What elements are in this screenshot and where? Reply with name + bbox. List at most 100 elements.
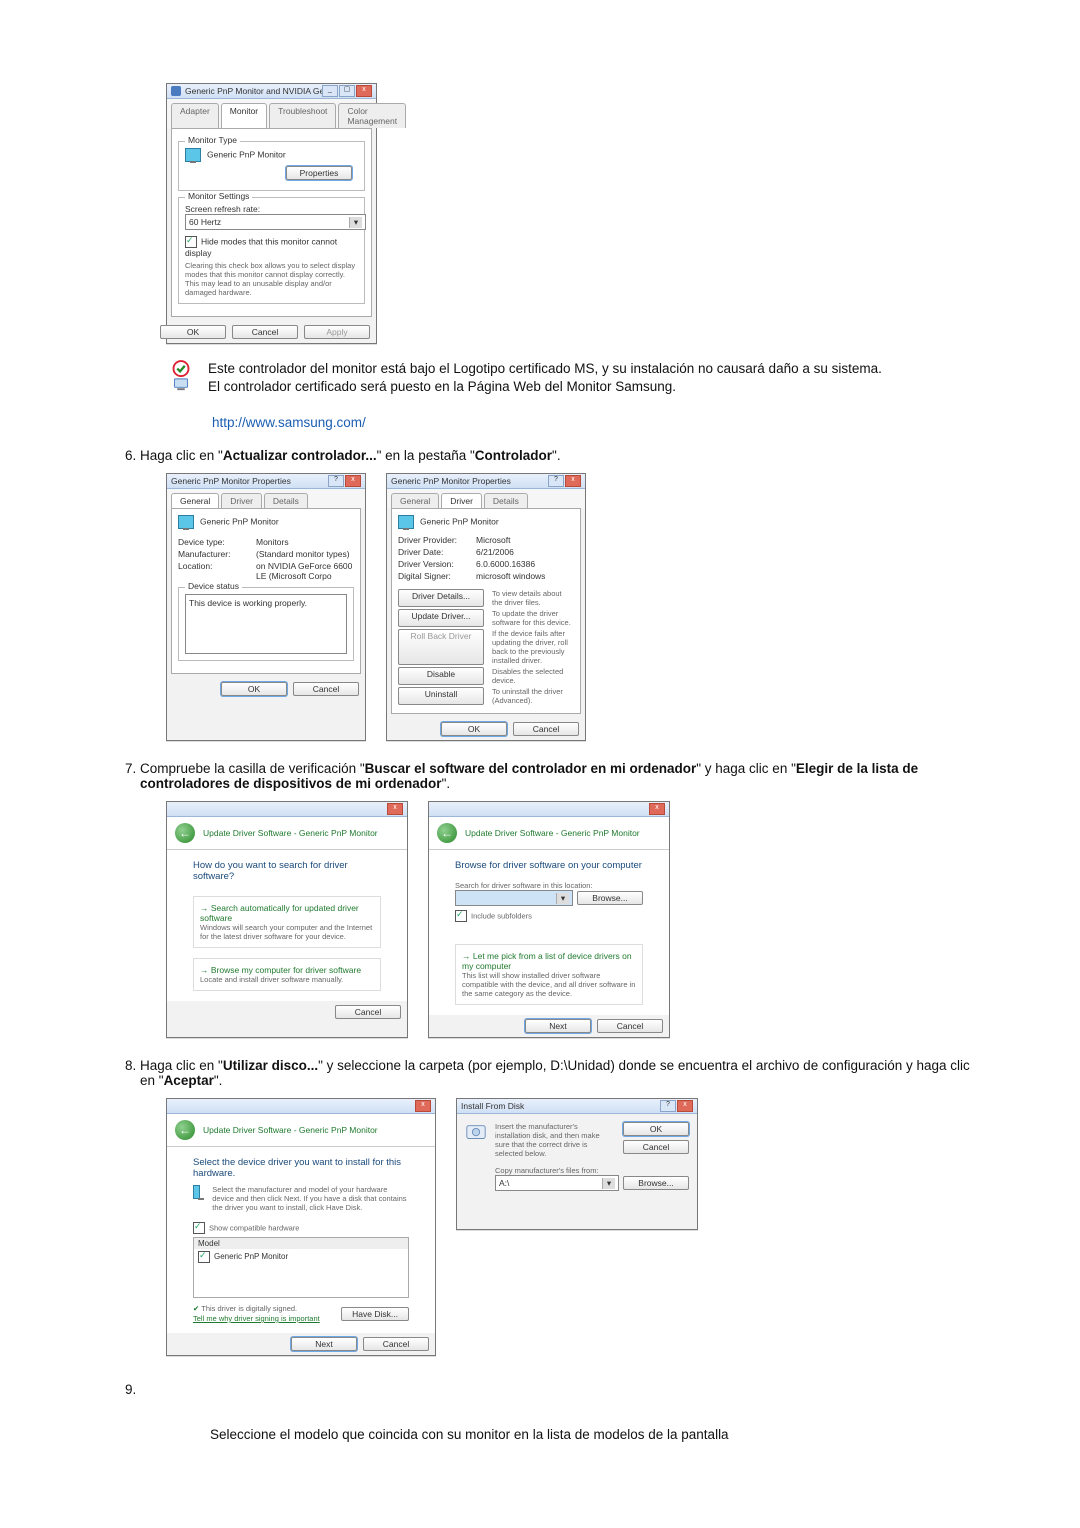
tab-troubleshoot[interactable]: Troubleshoot — [269, 103, 336, 128]
browse-button[interactable]: Browse... — [623, 1176, 689, 1190]
tab-driver[interactable]: Driver — [221, 493, 262, 508]
back-icon[interactable]: ← — [175, 823, 195, 843]
hide-modes-checkbox[interactable] — [185, 236, 197, 248]
cancel-button[interactable]: Cancel — [623, 1140, 689, 1154]
window-title: Generic PnP Monitor Properties — [171, 476, 328, 486]
have-disk-button[interactable]: Have Disk... — [341, 1307, 409, 1321]
note-line2: El controlador certificado será puesto e… — [208, 379, 676, 394]
model-header: Model — [194, 1238, 408, 1249]
cancel-button[interactable]: Cancel — [232, 325, 298, 339]
uninstall-btn[interactable]: Uninstall — [398, 687, 484, 705]
tab-monitor[interactable]: Monitor — [221, 103, 267, 128]
hide-modes-label: Hide modes that this monitor cannot disp… — [185, 236, 337, 258]
step7-figures: x ← Update Driver Software - Generic PnP … — [166, 801, 970, 1038]
prop-driver-dialog: Generic PnP Monitor Properties?x General… — [386, 473, 586, 741]
chevron-down-icon: ▾ — [349, 217, 362, 228]
cancel-button[interactable]: Cancel — [597, 1019, 663, 1033]
ok-button[interactable]: OK — [623, 1122, 689, 1136]
help-button[interactable]: ? — [660, 1100, 676, 1112]
help-button[interactable]: ? — [328, 475, 344, 487]
disable-btn[interactable]: Disable — [398, 667, 484, 685]
tab-general[interactable]: General — [391, 493, 439, 508]
include-subfolders-checkbox[interactable] — [455, 910, 467, 922]
back-icon[interactable]: ← — [437, 823, 457, 843]
close-button[interactable]: x — [649, 803, 665, 815]
maximize-button[interactable]: ▢ — [339, 85, 355, 97]
step6-figures: Generic PnP Monitor Properties?x General… — [166, 473, 970, 741]
ok-button[interactable]: OK — [160, 325, 226, 339]
refresh-select[interactable]: 60 Hertz▾ — [185, 214, 366, 230]
tab-details[interactable]: Details — [264, 493, 308, 508]
certified-note: Este controlador del monitor está bajo e… — [166, 360, 970, 397]
minimize-button[interactable]: _ — [322, 85, 338, 97]
step-6: Haga clic en "Actualizar controlador..."… — [110, 448, 970, 463]
cancel-button[interactable]: Cancel — [335, 1005, 401, 1019]
install-from-disk-dialog: Install From Disk?x Insert the manufactu… — [456, 1098, 698, 1230]
option-let-me-pick[interactable]: → Let me pick from a list of device driv… — [455, 944, 643, 1005]
tab-panel: Monitor Type Generic PnP Monitor Propert… — [171, 128, 372, 317]
back-icon[interactable]: ← — [175, 1120, 195, 1140]
device-status-label: Device status — [185, 581, 242, 591]
disk-message: Insert the manufacturer's installation d… — [495, 1122, 615, 1158]
cancel-button[interactable]: Cancel — [513, 722, 579, 736]
refresh-label: Screen refresh rate: — [185, 204, 358, 214]
apply-button[interactable]: Apply — [304, 325, 370, 339]
ok-button[interactable]: OK — [221, 682, 287, 696]
next-button[interactable]: Next — [291, 1337, 357, 1351]
help-button[interactable]: ? — [548, 475, 564, 487]
show-compatible-checkbox[interactable] — [193, 1222, 205, 1234]
breadcrumb: Update Driver Software - Generic PnP Mon… — [465, 828, 640, 838]
close-button[interactable]: x — [677, 1100, 693, 1112]
tab-driver[interactable]: Driver — [441, 493, 482, 508]
step8-figures: x ← Update Driver Software - Generic PnP … — [166, 1098, 970, 1356]
wizard-heading: Browse for driver software on your compu… — [455, 860, 643, 871]
breadcrumb: Update Driver Software - Generic PnP Mon… — [203, 828, 378, 838]
monitor-icon — [398, 515, 414, 529]
option-search-auto[interactable]: → Search automatically for updated drive… — [193, 896, 381, 948]
window-controls: _ ▢ x — [322, 85, 372, 97]
window-icon — [171, 86, 181, 96]
model-row[interactable]: Generic PnP Monitor — [194, 1249, 408, 1265]
tab-color[interactable]: Color Management — [338, 103, 406, 128]
step-8: Haga clic en "Utilizar disco..." y selec… — [110, 1058, 970, 1088]
driver-details-btn[interactable]: Driver Details... — [398, 589, 484, 607]
cancel-button[interactable]: Cancel — [293, 682, 359, 696]
close-button[interactable]: x — [387, 803, 403, 815]
close-button[interactable]: x — [345, 475, 361, 487]
tab-general[interactable]: General — [171, 493, 219, 508]
wizard-select-driver: x ← Update Driver Software - Generic PnP … — [166, 1098, 436, 1356]
titlebar: Generic PnP Monitor and NVIDIA GeForce 6… — [167, 84, 376, 99]
rollback-btn[interactable]: Roll Back Driver — [398, 629, 484, 665]
certified-text: Este controlador del monitor está bajo e… — [208, 360, 970, 397]
browse-button[interactable]: Browse... — [577, 891, 643, 905]
signing-link[interactable]: Tell me why driver signing is important — [193, 1314, 320, 1323]
monitor-type-label: Monitor Type — [185, 135, 240, 145]
tab-details[interactable]: Details — [484, 493, 528, 508]
disk-icon — [465, 1122, 487, 1158]
cancel-button[interactable]: Cancel — [363, 1337, 429, 1351]
fig-monitor-dialog: Generic PnP Monitor and NVIDIA GeForce 6… — [166, 83, 375, 344]
close-button[interactable]: x — [565, 475, 581, 487]
properties-button[interactable]: Properties — [286, 166, 352, 180]
model-checkbox — [198, 1251, 210, 1263]
close-button[interactable]: x — [415, 1100, 431, 1112]
monitor-icon — [178, 515, 194, 529]
step8-bold1: Utilizar disco... — [223, 1058, 318, 1073]
close-button[interactable]: x — [356, 85, 372, 97]
step-7: Compruebe la casilla de verificación "Bu… — [110, 761, 970, 791]
tab-strip: Adapter Monitor Troubleshoot Color Manag… — [167, 99, 376, 128]
step7-bold1: Buscar el software del controlador en mi… — [365, 761, 697, 776]
ok-button[interactable]: OK — [441, 722, 507, 736]
samsung-link[interactable]: http://www.samsung.com/ — [212, 415, 366, 430]
drive-select[interactable]: A:\▾ — [495, 1175, 619, 1191]
dialog-buttons: OK Cancel Apply — [167, 321, 376, 343]
next-button[interactable]: Next — [525, 1019, 591, 1033]
wizard-heading: Select the device driver you want to ins… — [193, 1157, 409, 1179]
prop-general-dialog: Generic PnP Monitor Properties?x General… — [166, 473, 366, 741]
location-select[interactable]: ▾ — [455, 890, 573, 906]
tab-adapter[interactable]: Adapter — [171, 103, 219, 128]
signed-label: This driver is digitally signed. — [201, 1304, 297, 1313]
option-browse[interactable]: → Browse my computer for driver software… — [193, 958, 381, 991]
update-driver-btn[interactable]: Update Driver... — [398, 609, 484, 627]
breadcrumb: Update Driver Software - Generic PnP Mon… — [203, 1125, 378, 1135]
